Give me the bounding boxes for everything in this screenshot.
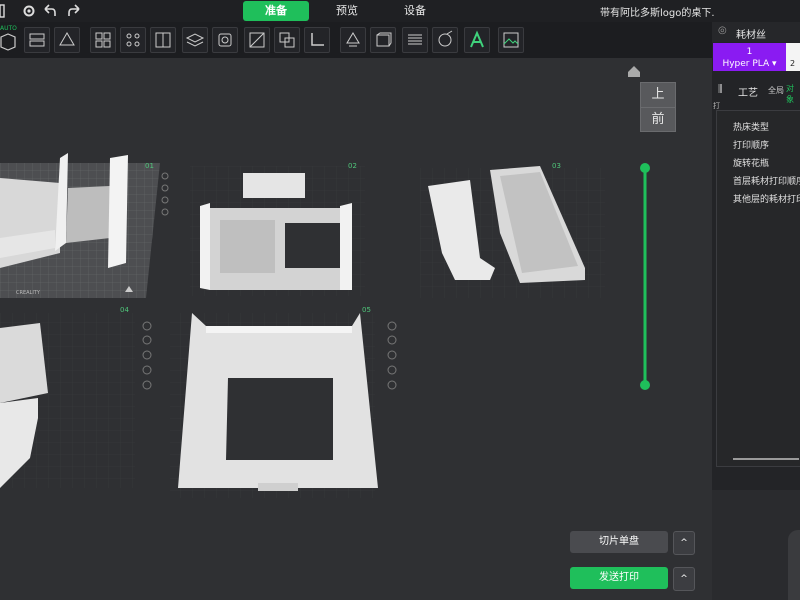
process-header: ⫼ 工艺 全局 对象 打 [712, 80, 800, 110]
layer-button[interactable] [182, 27, 208, 53]
dots-icon [126, 33, 140, 47]
cube-icon [218, 33, 232, 47]
process-scope-global[interactable]: 全局 [768, 85, 784, 96]
redo-icon[interactable] [66, 2, 84, 20]
plate-label-05: 05 [362, 306, 371, 314]
plate-05[interactable] [170, 313, 378, 498]
stack-button[interactable] [402, 27, 428, 53]
view-cube-front[interactable]: 前 [641, 108, 675, 131]
cube-button[interactable] [212, 27, 238, 53]
tab-device[interactable]: 设备 [382, 1, 448, 21]
box-icon [376, 32, 392, 47]
filament-slot-2[interactable]: 2 [786, 43, 800, 71]
send-print-button[interactable]: 发送打印 [570, 567, 668, 589]
slider-bottom-handle[interactable] [640, 380, 650, 390]
view-cube-top[interactable]: 上 [641, 83, 675, 108]
filament-slot-2-index: 2 [790, 59, 796, 68]
grid-icon [95, 32, 111, 48]
plate-04-tools[interactable] [142, 321, 152, 390]
plate-04[interactable] [0, 313, 135, 488]
plate-label-03: 03 [552, 162, 561, 170]
plate-label-01: 01 [145, 162, 154, 170]
filament-slot-index: 1 [746, 47, 753, 57]
corner-button[interactable] [304, 27, 330, 53]
process-settings-list: 热床类型 打印顺序 旋转花瓶 首层耗材打印顺序 其他层的耗材打印 [716, 110, 800, 467]
slice-options-button[interactable]: ^ [673, 531, 695, 555]
panel-scrollbar[interactable] [733, 458, 799, 460]
stack-icon [408, 34, 422, 45]
filament-title: 耗材丝 [736, 30, 766, 41]
layout-button[interactable] [24, 27, 50, 53]
paint-button[interactable] [432, 27, 458, 53]
auto-label: AUTO [0, 25, 17, 32]
menu-icon[interactable] [0, 2, 18, 20]
undo-icon[interactable] [40, 2, 58, 20]
dots-button[interactable] [120, 27, 146, 53]
panel-bottom-area [712, 490, 800, 600]
split-icon [155, 32, 171, 48]
plate-01-tools[interactable] [161, 172, 169, 216]
plate-03[interactable] [420, 166, 605, 298]
tab-prepare[interactable]: 准备 [243, 1, 309, 21]
plate-02[interactable] [190, 166, 365, 296]
corner-icon [311, 33, 324, 46]
image-button[interactable] [498, 27, 524, 53]
layer-slider[interactable] [640, 163, 650, 390]
layer-icon [185, 33, 205, 47]
cut-icon [249, 32, 265, 48]
3d-viewport[interactable]: CREALITY 01 02 03 04 05 上 前 切片单盘 ^ 发送打印 … [0, 58, 712, 600]
auto-arrange-icon [0, 33, 16, 51]
setting-bed-type[interactable]: 热床类型 [733, 120, 769, 133]
panel-corner-shape [788, 530, 800, 600]
orient-icon [59, 32, 75, 46]
text-button[interactable] [464, 27, 490, 53]
slider-top-handle[interactable] [640, 163, 650, 173]
main-tabs: 准备 预览 设备 [243, 1, 448, 21]
view-cube[interactable]: 上 前 [640, 82, 676, 132]
process-title: 工艺 [738, 88, 758, 99]
layout-icon [29, 33, 45, 47]
filament-icon: ◎ [718, 25, 727, 36]
gear-icon[interactable] [20, 2, 38, 20]
setting-print-sequence[interactable]: 打印顺序 [733, 138, 769, 151]
tab-preview[interactable]: 预览 [314, 1, 380, 21]
cut-button[interactable] [244, 27, 270, 53]
setting-other-layer-order[interactable]: 其他层的耗材打印 [733, 192, 800, 205]
filament-slot-1[interactable]: 1 Hyper PLA ▾ [713, 43, 786, 71]
process-scope-object[interactable]: 对象 [786, 83, 800, 105]
plate-label-02: 02 [348, 162, 357, 170]
support-icon [346, 32, 360, 47]
plate-label-04: 04 [120, 306, 129, 314]
image-icon [503, 32, 519, 48]
setting-spiral-vase[interactable]: 旋转花瓶 [733, 156, 769, 169]
project-title: 带有阿比多斯logo的桌下. [600, 8, 715, 19]
slice-plate-button[interactable]: 切片单盘 [570, 531, 668, 553]
top-bar: 准备 预览 设备 带有阿比多斯logo的桌下. [0, 0, 800, 22]
plate-01[interactable]: CREALITY [0, 153, 160, 298]
support-button[interactable] [340, 27, 366, 53]
auto-arrange-button[interactable]: AUTO [0, 25, 18, 53]
setting-first-layer-order[interactable]: 首层耗材打印顺序 [733, 174, 800, 187]
chevron-up-icon-2: ^ [680, 574, 688, 584]
toolbar: AUTO [0, 22, 712, 58]
process-icon: ⫼ [718, 84, 723, 95]
scene-canvas: CREALITY 01 02 03 04 05 [0, 66, 650, 498]
home-icon[interactable] [628, 66, 640, 77]
split-button[interactable] [150, 27, 176, 53]
filament-slot-name: Hyper PLA ▾ [722, 59, 777, 69]
merge-icon [279, 32, 295, 48]
text-icon [470, 30, 484, 48]
merge-button[interactable] [274, 27, 300, 53]
plate-brand: CREALITY [16, 290, 41, 296]
plate-05-tools[interactable] [387, 321, 397, 390]
filament-header: ◎ 耗材丝 [712, 22, 800, 42]
orient-button[interactable] [54, 27, 80, 53]
print-options-button[interactable]: ^ [673, 567, 695, 591]
chevron-up-icon: ^ [680, 538, 688, 548]
paint-icon [438, 30, 453, 47]
box-button[interactable] [370, 27, 396, 53]
grid-button[interactable] [90, 27, 116, 53]
